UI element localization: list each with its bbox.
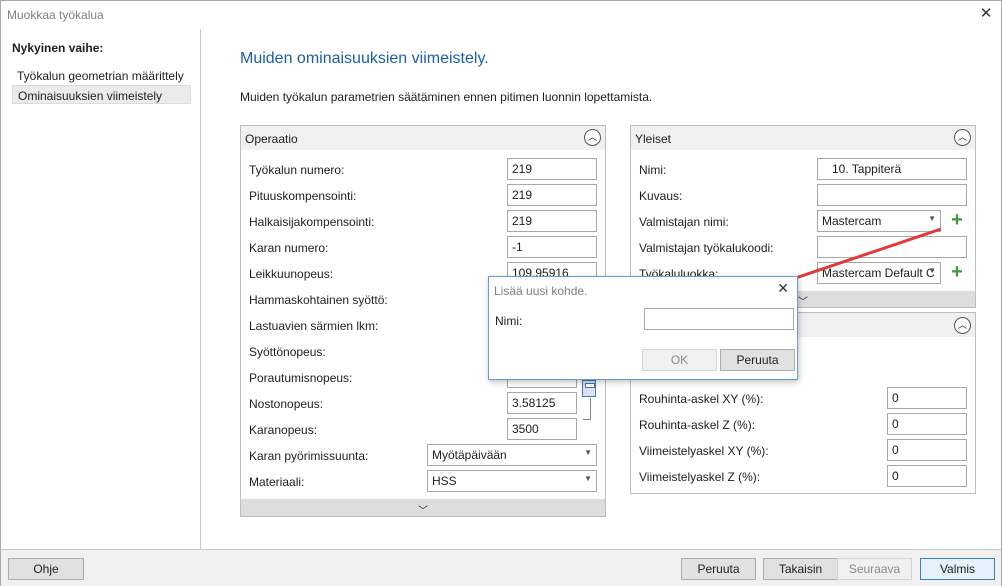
add-manufacturer-plus-icon[interactable]: + <box>949 210 965 230</box>
diameter-offset-label: Halkaisijakompensointi: <box>249 215 375 229</box>
window-title: Muokkaa työkalua <box>7 8 104 22</box>
add-item-dialog: Lisää uusi kohde. ✕ Nimi: OK Peruuta <box>488 276 798 380</box>
edit-tool-window: Muokkaa työkalua ✕ Nykyinen vaihe: Työka… <box>0 0 1002 586</box>
rough-step-z-label: Rouhinta-askel Z (%): <box>639 418 756 432</box>
add-tool-class-plus-icon[interactable]: + <box>949 262 965 282</box>
rough-step-xy-input[interactable]: 0 <box>887 387 967 409</box>
finish-button[interactable]: Valmis <box>920 558 995 580</box>
length-offset-input[interactable]: 219 <box>507 184 597 206</box>
spindle-direction-select[interactable]: Myötäpäivään ▼ <box>427 444 597 466</box>
name-input[interactable]: 10. Tappiterä <box>817 158 967 180</box>
chevron-up-icon[interactable]: ︿ <box>954 129 971 146</box>
chevron-down-icon[interactable]: ﹀ <box>418 502 428 517</box>
finish-step-xy-input[interactable]: 0 <box>887 439 967 461</box>
flute-count-label: Lastuavien särmien lkm: <box>249 319 379 333</box>
spindle-number-input[interactable]: -1 <box>507 236 597 258</box>
current-step-heading: Nykyinen vaihe: <box>12 41 104 55</box>
finish-step-xy-label: Viimeistelyaskel XY (%): <box>639 444 769 458</box>
diameter-offset-input[interactable]: 219 <box>507 210 597 232</box>
spindle-direction-label: Karan pyörimissuunta: <box>249 449 369 463</box>
yleiset-panel-title: Yleiset <box>635 132 672 146</box>
sidebar-item-geometry[interactable]: Työkalun geometrian määrittely <box>12 66 191 85</box>
page-title: Muiden ominaisuuksien viimeistely. <box>240 50 489 67</box>
description-input[interactable] <box>817 184 967 206</box>
spindle-speed-input[interactable]: 3500 <box>507 418 577 440</box>
manufacturer-label: Valmistajan nimi: <box>639 215 729 229</box>
material-value: HSS <box>432 474 457 488</box>
cancel-button[interactable]: Peruuta <box>681 558 756 580</box>
dialog-name-label: Nimi: <box>495 314 523 328</box>
footer-bar: Ohje Peruuta Takaisin Seuraava Valmis <box>1 549 1001 586</box>
name-label: Nimi: <box>639 163 667 177</box>
title-bar: Muokkaa työkalua ✕ <box>1 1 1001 29</box>
help-button[interactable]: Ohje <box>8 558 84 580</box>
spindle-direction-value: Myötäpäivään <box>432 448 507 462</box>
dropdown-arrow-icon: ▼ <box>584 474 592 483</box>
page-description: Muiden työkalun parametrien säätäminen e… <box>240 90 653 104</box>
finish-step-z-input[interactable]: 0 <box>887 465 967 487</box>
chevron-up-icon[interactable]: ︿ <box>954 317 971 334</box>
spindle-number-label: Karan numero: <box>249 241 329 255</box>
dialog-ok-button[interactable]: OK <box>642 349 717 371</box>
material-select[interactable]: HSS ▼ <box>427 470 597 492</box>
description-label: Kuvaus: <box>639 189 683 203</box>
cutting-speed-label: Leikkuunopeus: <box>249 267 334 281</box>
dialog-title: Lisää uusi kohde. <box>494 284 588 298</box>
yleiset-panel-header: Yleiset <box>631 126 975 150</box>
wizard-steps-sidebar: Nykyinen vaihe: Työkalun geometrian määr… <box>1 29 201 549</box>
chevron-up-icon[interactable]: ︿ <box>584 129 601 146</box>
link-bracket <box>583 398 591 420</box>
feed-per-tooth-label: Hammaskohtainen syöttö: <box>249 293 388 307</box>
feed-rate-label: Syöttönopeus: <box>249 345 326 359</box>
back-button[interactable]: Takaisin <box>763 558 838 580</box>
finish-step-z-label: Viimeistelyaskel Z (%): <box>639 470 761 484</box>
length-offset-label: Pituuskompensointi: <box>249 189 357 203</box>
calculator-icon[interactable] <box>582 380 596 397</box>
tool-number-label: Työkalun numero: <box>249 163 345 177</box>
rough-step-z-input[interactable]: 0 <box>887 413 967 435</box>
dialog-cancel-button[interactable]: Peruuta <box>720 349 795 371</box>
close-icon[interactable]: ✕ <box>979 6 993 22</box>
sidebar-item-properties[interactable]: Ominaisuuksien viimeistely <box>12 85 191 104</box>
dropdown-arrow-icon: ▼ <box>584 448 592 457</box>
dialog-name-input[interactable] <box>644 308 794 330</box>
spindle-speed-label: Karanopeus: <box>249 423 318 437</box>
plunge-rate-label: Porautumisnopeus: <box>249 371 353 385</box>
retract-rate-label: Nostonopeus: <box>249 397 324 411</box>
next-button[interactable]: Seuraava <box>837 558 912 580</box>
material-label: Materiaali: <box>249 475 305 489</box>
operaatio-panel-header: Operaatio <box>241 126 605 150</box>
operaatio-panel-title: Operaatio <box>245 132 298 146</box>
close-icon[interactable]: ✕ <box>777 280 789 297</box>
retract-rate-input[interactable]: 3.58125 <box>507 392 577 414</box>
tool-number-input[interactable]: 219 <box>507 158 597 180</box>
rough-step-xy-label: Rouhinta-askel XY (%): <box>639 392 764 406</box>
